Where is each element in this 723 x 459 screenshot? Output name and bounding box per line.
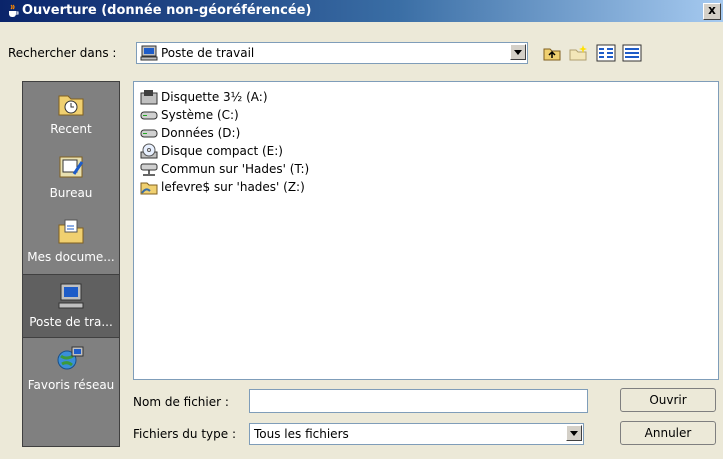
file-label: Commun sur 'Hades' (T:) <box>161 162 310 176</box>
sidebar-item-label: Mes docume... <box>27 250 115 264</box>
file-label: Données (D:) <box>161 126 241 140</box>
close-button[interactable]: x <box>703 3 721 20</box>
computer-icon <box>58 283 84 309</box>
file-label: Système (C:) <box>161 108 239 122</box>
sidebar-item-my-documents[interactable]: Mes docume... <box>23 210 119 274</box>
network-icon <box>57 346 84 370</box>
open-button[interactable]: Ouvrir <box>620 388 716 412</box>
sidebar-item-network[interactable]: Favoris réseau <box>23 338 119 402</box>
sidebar-item-label: Poste de tra... <box>29 315 113 329</box>
sidebar-item-desktop[interactable]: Bureau <box>23 146 119 210</box>
recent-folder-icon <box>58 95 84 116</box>
up-folder-icon[interactable] <box>542 44 562 62</box>
file-name-input[interactable] <box>249 389 588 413</box>
sidebar-item-label: Recent <box>50 122 92 136</box>
my-documents-icon <box>58 219 84 244</box>
sidebar-item-recent[interactable]: Recent <box>23 82 119 146</box>
new-folder-icon[interactable] <box>568 44 588 62</box>
places-sidebar: Recent Bureau Mes docume... Poste de tra… <box>22 81 120 447</box>
look-in-combo[interactable]: Poste de travail <box>136 42 528 64</box>
file-label: Disque compact (E:) <box>161 144 283 158</box>
sidebar-item-label: Bureau <box>49 186 93 200</box>
sidebar-item-my-computer[interactable]: Poste de tra... <box>23 274 119 338</box>
java-cup-icon <box>9 4 19 17</box>
close-icon: x <box>708 3 716 17</box>
file-type-value: Tous les fichiers <box>254 427 349 441</box>
chevron-down-icon[interactable] <box>510 44 526 60</box>
file-label: Disquette 3½ (A:) <box>161 90 268 104</box>
file-name-label: Nom de fichier : <box>133 395 229 409</box>
look-in-label: Rechercher dans : <box>8 46 117 60</box>
file-type-combo[interactable]: Tous les fichiers <box>249 423 584 445</box>
floppy-icon <box>140 90 158 105</box>
computer-icon <box>140 45 158 61</box>
file-type-label: Fichiers du type : <box>133 427 236 441</box>
sidebar-item-label: Favoris réseau <box>27 378 115 392</box>
file-list[interactable]: Disquette 3½ (A:) Système (C:) Données (… <box>133 81 719 380</box>
desktop-icon <box>59 156 84 178</box>
window-title: Ouverture (donnée non-géoréférencée) <box>22 3 312 18</box>
look-in-value: Poste de travail <box>161 46 255 60</box>
file-label: lefevre$ sur 'hades' (Z:) <box>161 180 305 194</box>
hard-drive-icon <box>140 111 158 120</box>
details-view-icon[interactable] <box>622 44 642 62</box>
cancel-button[interactable]: Annuler <box>620 421 716 445</box>
shared-folder-icon <box>140 182 158 195</box>
title-bar[interactable]: Ouverture (donnée non-géoréférencée) x <box>0 0 723 22</box>
network-drive-icon <box>140 163 158 176</box>
cd-drive-icon <box>140 143 158 159</box>
chevron-down-icon[interactable] <box>566 425 582 441</box>
list-view-icon[interactable] <box>596 44 616 62</box>
hard-drive-icon <box>140 129 158 138</box>
